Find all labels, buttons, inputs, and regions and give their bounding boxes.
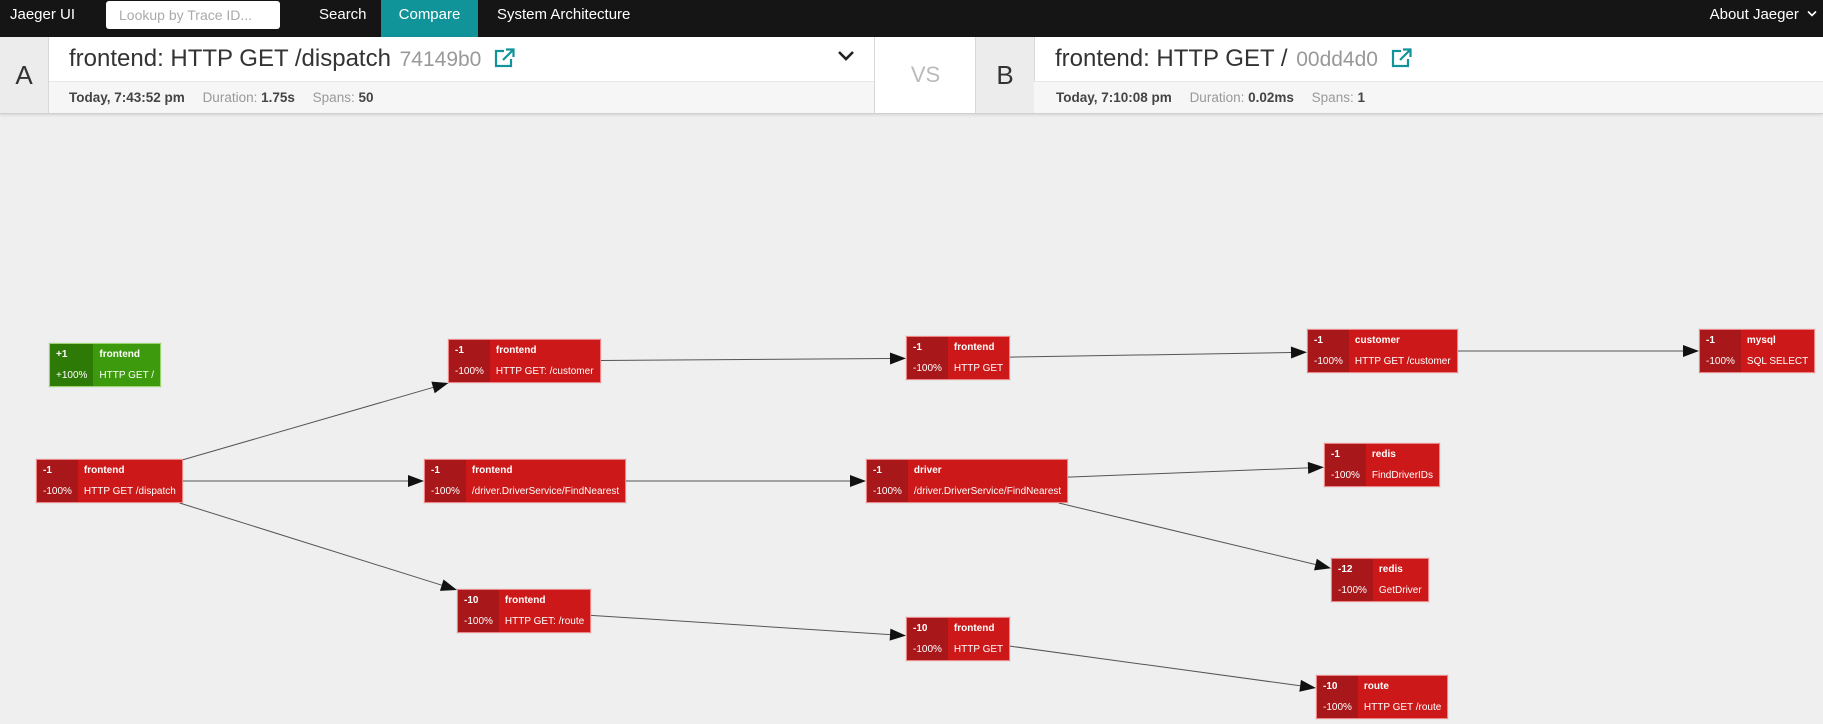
node-service: driver	[907, 460, 1068, 481]
node-operation: HTTP GET /customer	[1348, 351, 1457, 372]
node-percent: -100%	[425, 481, 466, 502]
graph-edge	[626, 475, 866, 487]
edge-arrowhead	[889, 352, 906, 365]
node-operation: FindDriverIDs	[1365, 465, 1440, 486]
node-count: -10	[1317, 676, 1358, 697]
node-percent: -100%	[1317, 697, 1358, 718]
graph-edge	[182, 381, 449, 461]
graph-node-dispatch[interactable]: -1 frontend -100% HTTP GET /dispatch	[36, 459, 183, 503]
graph-node-fe-customer[interactable]: -1 frontend -100% HTTP GET: /customer	[448, 339, 601, 383]
graph-node-fe-get10[interactable]: -10 frontend -100% HTTP GET	[906, 617, 1011, 661]
graph-edge	[600, 352, 906, 365]
edge-arrowhead	[408, 475, 424, 487]
node-operation: /driver.DriverService/FindNearest	[907, 481, 1068, 502]
node-service: customer	[1348, 330, 1457, 351]
edge-line	[1009, 352, 1292, 358]
node-operation: HTTP GET /dispatch	[77, 481, 182, 502]
node-service: frontend	[947, 337, 1010, 358]
node-operation: HTTP GET	[947, 358, 1010, 379]
node-count: -1	[1308, 330, 1349, 351]
edge-line	[1058, 502, 1316, 566]
node-operation: SQL SELECT	[1740, 351, 1815, 372]
node-service: frontend	[93, 344, 161, 365]
node-count: -10	[907, 618, 948, 639]
edge-line	[1067, 467, 1309, 478]
edge-line	[600, 357, 891, 361]
node-service: redis	[1365, 444, 1440, 465]
node-percent: -100%	[1332, 580, 1373, 601]
node-service: redis	[1372, 559, 1428, 580]
node-count: -10	[458, 590, 499, 611]
node-service: mysql	[1740, 330, 1815, 351]
graph-edge	[1458, 345, 1699, 357]
node-count: -1	[449, 340, 490, 361]
node-operation: GetDriver	[1372, 580, 1428, 601]
node-service: route	[1357, 676, 1448, 697]
node-service: frontend	[498, 590, 591, 611]
graph-edge	[590, 614, 906, 641]
node-operation: HTTP GET: /customer	[489, 361, 600, 382]
edge-arrowhead	[439, 579, 457, 591]
graph-node-route[interactable]: -10 route -100% HTTP GET /route	[1316, 675, 1449, 719]
graph-edge	[1067, 461, 1324, 478]
edge-arrowhead	[889, 628, 906, 641]
edge-arrowhead	[1290, 346, 1307, 359]
edge-arrowhead	[850, 475, 866, 487]
node-count: -12	[1332, 559, 1373, 580]
node-count: -1	[1700, 330, 1741, 351]
graph-node-driver[interactable]: -1 driver -100%/driver.DriverService/FindN…	[866, 459, 1069, 503]
node-count: -1	[907, 337, 948, 358]
node-service: frontend	[465, 460, 626, 481]
graph-node-root-added[interactable]: +1 frontend +100% HTTP GET /	[49, 343, 162, 387]
graph-node-redis-ids[interactable]: -1 redis -100% FindDriverIDs	[1324, 443, 1441, 487]
node-service: frontend	[77, 460, 182, 481]
node-percent: -100%	[1308, 351, 1349, 372]
edge-line	[179, 502, 442, 586]
edge-arrowhead	[1307, 461, 1324, 474]
edge-arrowhead	[1299, 679, 1316, 692]
node-count: -1	[425, 460, 466, 481]
node-operation: HTTP GET /route	[1357, 697, 1448, 718]
node-operation: HTTP GET: /route	[498, 611, 591, 632]
graph-node-fe-get1[interactable]: -1 frontend -100% HTTP GET	[906, 336, 1011, 380]
node-operation: HTTP GET	[947, 639, 1010, 660]
graph-node-fe-route[interactable]: -10 frontend -100% HTTP GET: /route	[457, 589, 592, 633]
node-service: frontend	[947, 618, 1010, 639]
edge-line	[1009, 645, 1301, 687]
edge-line	[590, 614, 891, 636]
node-operation: HTTP GET /	[93, 365, 161, 386]
graph-node-customer[interactable]: -1 customer -100% HTTP GET /customer	[1307, 329, 1458, 373]
edge-arrowhead	[431, 381, 449, 394]
node-percent: -100%	[907, 639, 948, 660]
node-count: -1	[37, 460, 78, 481]
graph-edge	[183, 475, 424, 487]
node-percent: -100%	[867, 481, 908, 502]
graph-node-redis-get[interactable]: -12 redis -100% GetDriver	[1331, 558, 1429, 602]
node-percent: -100%	[1325, 465, 1366, 486]
graph-node-mysql[interactable]: -1 mysql -100% SQL SELECT	[1699, 329, 1816, 373]
node-percent: -100%	[907, 358, 948, 379]
node-percent: -100%	[458, 611, 499, 632]
graph-edge	[1058, 502, 1331, 571]
graph-edge	[1009, 645, 1316, 692]
node-percent: -100%	[1700, 351, 1741, 372]
node-count: -1	[867, 460, 908, 481]
edge-arrowhead	[1683, 345, 1699, 357]
node-operation: /driver.DriverService/FindNearest	[465, 481, 626, 502]
edge-arrowhead	[1314, 558, 1331, 571]
node-percent: -100%	[37, 481, 78, 502]
graph-edge	[1009, 346, 1307, 359]
node-percent: +100%	[50, 365, 94, 386]
graph-node-fe-findnearest[interactable]: -1 frontend -100%/driver.DriverService/Fin…	[424, 459, 627, 503]
node-count: -1	[1325, 444, 1366, 465]
graph-edge	[179, 502, 457, 591]
node-percent: -100%	[449, 361, 490, 382]
node-count: +1	[50, 344, 94, 365]
node-service: frontend	[489, 340, 600, 361]
edge-line	[182, 386, 434, 461]
